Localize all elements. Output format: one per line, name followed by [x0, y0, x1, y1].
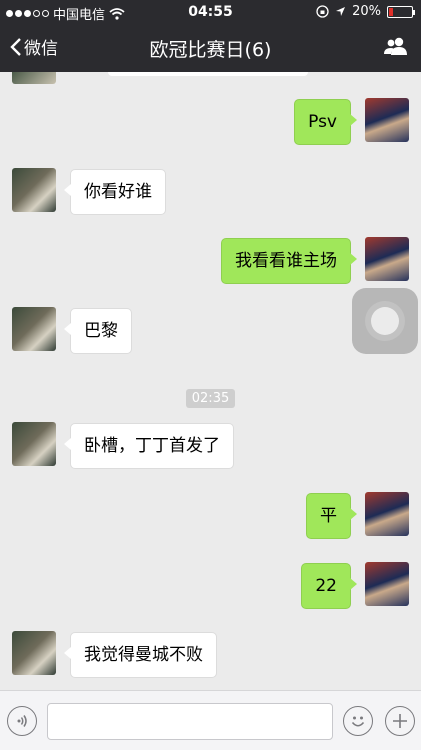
avatar[interactable]	[365, 98, 409, 142]
avatar[interactable]	[365, 237, 409, 281]
avatar[interactable]	[12, 422, 56, 466]
message-bubble-self[interactable]: Psv	[294, 99, 357, 145]
avatar[interactable]	[12, 168, 56, 212]
message-bubble-other[interactable]: 你看好谁	[64, 169, 166, 215]
voice-icon	[17, 715, 27, 727]
battery-level	[389, 7, 393, 16]
more-button[interactable]	[385, 706, 415, 736]
avatar[interactable]	[365, 562, 409, 606]
page-title: 欧冠比赛日(6)	[149, 39, 272, 61]
input-bar	[0, 690, 421, 750]
message-bubble[interactable]	[108, 72, 308, 76]
message-bubble-self[interactable]: 我看看谁主场	[221, 238, 357, 284]
timestamp-label: 02:35	[185, 389, 236, 408]
nav-bar: 微信 欧冠比赛日(6)	[0, 24, 421, 72]
emoji-button[interactable]	[343, 706, 373, 736]
group-info-button[interactable]	[383, 36, 409, 60]
message-bubble-other[interactable]: 卧槽，丁丁首发了	[64, 423, 234, 469]
chat-messages[interactable]: Psv 你看好谁 我看看谁主场 巴黎 02:35 卧槽，丁丁首发了 平 22 我…	[0, 72, 421, 690]
message-bubble-self[interactable]: 平	[306, 493, 357, 539]
battery-percent: 20%	[352, 4, 381, 19]
people-icon	[384, 37, 407, 55]
avatar[interactable]	[12, 72, 56, 84]
battery-icon	[387, 5, 415, 18]
avatar[interactable]	[365, 492, 409, 536]
assistive-touch-core	[371, 307, 399, 335]
emoji-icon	[351, 716, 365, 727]
assistive-touch-button[interactable]	[352, 288, 418, 354]
plus-icon	[393, 714, 407, 728]
timestamp: 02:35	[0, 387, 421, 408]
message-input[interactable]	[47, 703, 333, 740]
top-bar: 中国电信 04:55 20% 微信 欧冠比赛日(6)	[0, 0, 421, 72]
message-bubble-other[interactable]: 我觉得曼城不败	[64, 632, 217, 678]
location-arrow-icon	[336, 7, 346, 16]
avatar[interactable]	[12, 631, 56, 675]
status-bar: 中国电信 04:55 20%	[0, 0, 421, 24]
avatar[interactable]	[12, 307, 56, 351]
voice-button[interactable]	[7, 706, 37, 736]
message-bubble-self[interactable]: 22	[301, 563, 357, 609]
rotation-lock-icon	[316, 5, 329, 18]
message-bubble-other[interactable]: 巴黎	[64, 308, 132, 354]
